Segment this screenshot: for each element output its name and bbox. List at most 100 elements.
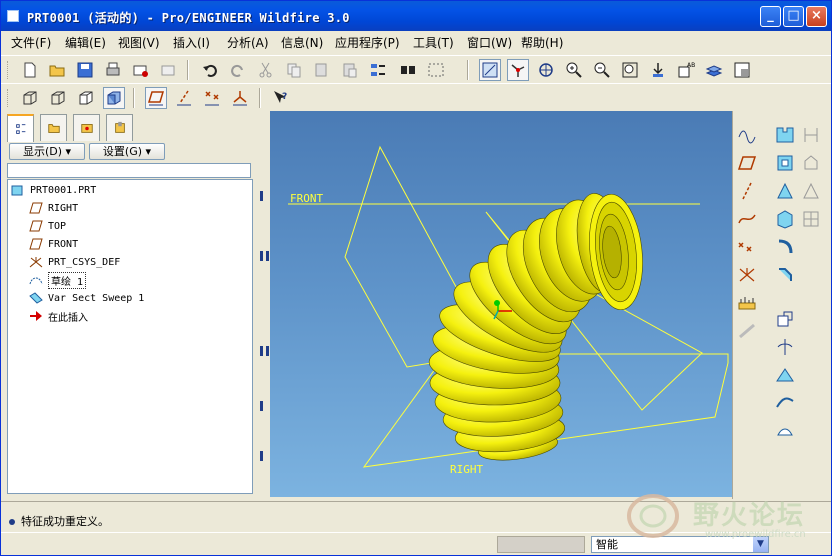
spin-center-icon[interactable]: [507, 59, 529, 81]
menu-tools[interactable]: 工具(T): [413, 34, 454, 51]
datum-point-icon[interactable]: [735, 235, 759, 259]
datum-plane-icon: [28, 219, 44, 233]
cut-icon[interactable]: [255, 59, 277, 81]
zoom-out-icon[interactable]: [591, 59, 613, 81]
saved-views-icon[interactable]: AB: [675, 59, 697, 81]
shading-icon[interactable]: [103, 87, 125, 109]
style-icon[interactable]: [773, 179, 797, 203]
settings-dropdown[interactable]: 设置(G) ▾: [89, 143, 165, 160]
datum-axis-tool-icon[interactable]: [735, 179, 759, 203]
menu-edit[interactable]: 编辑(E): [65, 34, 106, 51]
analysis-chain-icon[interactable]: [735, 319, 759, 343]
layers-icon[interactable]: [703, 59, 725, 81]
menu-analysis[interactable]: 分析(A): [227, 34, 269, 51]
hidden-line-icon[interactable]: [47, 87, 69, 109]
close-button[interactable]: ×: [806, 6, 827, 27]
draft-icon[interactable]: [773, 235, 797, 259]
wireframe-icon[interactable]: [19, 87, 41, 109]
tree-item-front[interactable]: FRONT: [28, 236, 78, 252]
menu-view[interactable]: 视图(V): [118, 34, 160, 51]
panel-splitter[interactable]: [258, 111, 270, 499]
tree-item-right[interactable]: RIGHT: [28, 200, 78, 216]
reorient-icon[interactable]: [647, 59, 669, 81]
rib-icon[interactable]: [799, 207, 823, 231]
datum-points-icon[interactable]: [201, 87, 223, 109]
coord-sys-tool-icon[interactable]: [735, 263, 759, 287]
find-icon[interactable]: [397, 59, 419, 81]
send-mail-icon[interactable]: [130, 59, 152, 81]
save-icon[interactable]: [74, 59, 96, 81]
mirror-icon[interactable]: [773, 363, 797, 387]
coord-sys-icon[interactable]: [229, 87, 251, 109]
extrude-icon[interactable]: [773, 123, 797, 147]
graphics-window[interactable]: FRONT RIGHT: [270, 111, 732, 497]
tree-item-sketch[interactable]: 草绘 1: [28, 271, 87, 289]
connections-icon[interactable]: [106, 114, 133, 141]
bellows-part: [428, 193, 643, 461]
undo-icon[interactable]: [199, 59, 221, 81]
repaint-icon[interactable]: [479, 59, 501, 81]
datum-curve-sketch-icon[interactable]: [735, 123, 759, 147]
sweep-icon: [28, 291, 44, 305]
tree-item-csys[interactable]: PRT_CSYS_DEF: [28, 254, 120, 270]
copy-icon[interactable]: [283, 59, 305, 81]
datum-curve-icon[interactable]: [735, 207, 759, 231]
chamfer-icon[interactable]: [773, 307, 797, 331]
round-icon[interactable]: [773, 263, 797, 287]
analysis-feature-icon[interactable]: [735, 291, 759, 315]
menu-window[interactable]: 窗口(W): [467, 34, 512, 51]
menu-info[interactable]: 信息(N): [281, 34, 323, 51]
menu-help[interactable]: 帮助(H): [521, 34, 563, 51]
new-icon[interactable]: [19, 59, 41, 81]
print-icon[interactable]: [102, 59, 124, 81]
minimize-button[interactable]: _: [760, 6, 781, 27]
model-tree-icon[interactable]: [7, 114, 34, 142]
front-datum-label[interactable]: FRONT: [290, 192, 323, 205]
select-box-icon[interactable]: [425, 59, 447, 81]
shell-icon[interactable]: [773, 207, 797, 231]
message-area: 特征成功重定义。: [9, 513, 109, 529]
datum-planes-icon[interactable]: [145, 87, 167, 109]
merge-icon[interactable]: [773, 391, 797, 415]
datum-axes-icon[interactable]: [173, 87, 195, 109]
model-tree: PRT0001.PRT RIGHT TOP FRONT PRT_CSYS_DEF…: [7, 179, 253, 494]
pattern-icon[interactable]: [773, 335, 797, 359]
tree-item-part[interactable]: PRT0001.PRT: [10, 182, 96, 198]
show-dropdown[interactable]: 显示(D) ▾: [9, 143, 85, 160]
hole-icon[interactable]: [799, 179, 823, 203]
datum-plane-icon: [28, 237, 44, 251]
tree-item-sweep[interactable]: Var Sect Sweep 1: [28, 290, 144, 306]
tree-item-top[interactable]: TOP: [28, 218, 66, 234]
tree-filter-bar[interactable]: [7, 163, 251, 178]
paste-special-icon[interactable]: [339, 59, 361, 81]
trim-icon[interactable]: [773, 419, 797, 443]
regenerate-icon[interactable]: [367, 59, 389, 81]
var-sweep-icon[interactable]: [773, 151, 797, 175]
context-help-icon[interactable]: ?: [269, 87, 291, 109]
toolbar-grip[interactable]: [7, 61, 10, 79]
toolbar-grip[interactable]: [7, 89, 10, 107]
favorites-icon[interactable]: [73, 114, 100, 141]
folder-browser-icon[interactable]: [40, 114, 67, 141]
paste-icon[interactable]: [311, 59, 333, 81]
right-datum-label[interactable]: RIGHT: [450, 463, 483, 476]
menu-file[interactable]: 文件(F): [11, 34, 51, 51]
zoom-in-icon[interactable]: [563, 59, 585, 81]
orient-mode-icon[interactable]: [535, 59, 557, 81]
revolve-icon[interactable]: [799, 123, 823, 147]
tree-item-insert-here[interactable]: 在此插入: [28, 308, 88, 324]
view-manager-icon[interactable]: [731, 59, 753, 81]
refit-icon[interactable]: [619, 59, 641, 81]
redo-icon[interactable]: [227, 59, 249, 81]
blend-icon[interactable]: [799, 151, 823, 175]
mail-attach-icon[interactable]: [158, 59, 180, 81]
menu-insert[interactable]: 插入(I): [173, 34, 210, 51]
watermark-text: 野火论坛: [693, 501, 806, 531]
open-icon[interactable]: [46, 59, 68, 81]
no-hidden-icon[interactable]: [75, 87, 97, 109]
menu-applications[interactable]: 应用程序(P): [335, 34, 400, 51]
tree-item-label: PRT0001.PRT: [30, 184, 97, 196]
maximize-button[interactable]: □: [783, 6, 804, 27]
status-message: 特征成功重定义。: [21, 515, 109, 528]
datum-plane-tool-icon[interactable]: [735, 151, 759, 175]
